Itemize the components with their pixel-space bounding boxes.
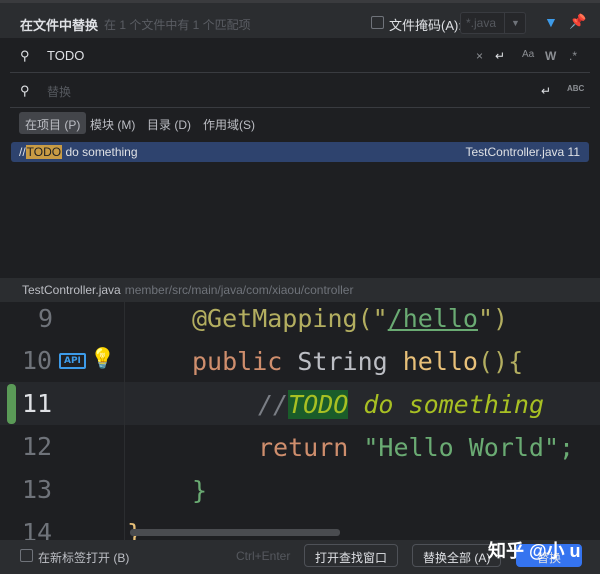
result-prefix: //: [19, 145, 26, 159]
whole-words-icon[interactable]: W: [545, 49, 556, 63]
tab-scope[interactable]: 作用域(S): [197, 112, 261, 134]
dialog-header: 在文件中替换 在 1 个文件中有 1 个匹配项 文件掩码(A): *.java …: [0, 0, 600, 40]
find-input[interactable]: TODO: [47, 48, 84, 63]
line-number: 13: [22, 475, 53, 504]
chevron-down-icon[interactable]: ▼: [504, 12, 526, 34]
watermark: 知乎 @小 u: [488, 541, 581, 561]
results-list: //TODO do something TestController.java …: [0, 140, 600, 270]
tab-directory[interactable]: 目录 (D): [141, 112, 197, 134]
api-icon[interactable]: API: [59, 353, 86, 369]
tab-module[interactable]: 模块 (M): [84, 112, 141, 134]
preview-file: TestController.java: [22, 283, 121, 297]
search-icon[interactable]: ⚲: [20, 83, 30, 99]
regex-icon[interactable]: .*: [569, 49, 577, 63]
match-case-icon[interactable]: Aa: [522, 49, 534, 60]
replace-field[interactable]: ⚲ 替换 ↵ ABC: [0, 73, 600, 108]
preview-path: member/src/main/java/com/xiaou/controlle…: [124, 283, 354, 297]
scope-tabs: 在项目 (P) 模块 (M) 目录 (D) 作用域(S): [0, 108, 600, 140]
result-match: TODO: [25, 145, 63, 159]
code-line: }: [192, 476, 208, 505]
result-text: do something: [62, 145, 138, 159]
filter-icon[interactable]: ▼: [544, 14, 558, 30]
code-line: return "Hello World";: [258, 433, 575, 462]
line-number: 9: [38, 304, 54, 333]
match-count: 在 1 个文件中有 1 个匹配项: [104, 18, 251, 32]
find-field[interactable]: ⚲ TODO × ↵ Aa W .*: [0, 38, 600, 73]
code-line: //TODO do something: [258, 390, 544, 419]
code-line: @GetMapping("/hello"): [192, 304, 509, 333]
preview-header: TestController.java member/src/main/java/…: [0, 278, 600, 302]
new-tab-checkbox[interactable]: [20, 549, 33, 562]
code-line: public String hello(){: [192, 347, 524, 376]
line-number: 12: [22, 432, 53, 461]
dialog-title: 在文件中替换: [20, 19, 99, 34]
search-icon[interactable]: ⚲: [20, 48, 30, 64]
shortcut-hint: Ctrl+Enter: [236, 549, 291, 563]
line-number: 11: [22, 389, 53, 418]
line-number: 10: [22, 346, 53, 375]
tab-project[interactable]: 在项目 (P): [19, 112, 87, 134]
gutter: 9 10 API 💡 11 12 13 14: [0, 302, 125, 540]
newline-icon[interactable]: ↵: [495, 49, 505, 63]
clear-icon[interactable]: ×: [476, 49, 483, 63]
horizontal-scrollbar[interactable]: [130, 529, 340, 536]
new-tab-label: 在新标签打开 (B): [38, 551, 130, 565]
replace-input[interactable]: 替换: [47, 83, 71, 100]
file-mask-checkbox[interactable]: [371, 16, 384, 29]
newline-icon[interactable]: ↵: [541, 84, 551, 98]
open-find-window-button[interactable]: 打开查找窗口: [304, 544, 399, 567]
lightbulb-icon[interactable]: 💡: [90, 346, 115, 370]
pin-icon[interactable]: 📌: [569, 13, 586, 30]
list-item[interactable]: //TODO do something TestController.java …: [11, 142, 589, 162]
line-number: 14: [22, 518, 53, 540]
preserve-case-icon[interactable]: ABC: [567, 84, 584, 93]
result-location: TestController.java 11: [465, 145, 580, 159]
file-mask-label: 文件掩码(A):: [389, 18, 462, 33]
code-preview[interactable]: 9 10 API 💡 11 12 13 14 @GetMapping("/hel…: [0, 302, 600, 540]
